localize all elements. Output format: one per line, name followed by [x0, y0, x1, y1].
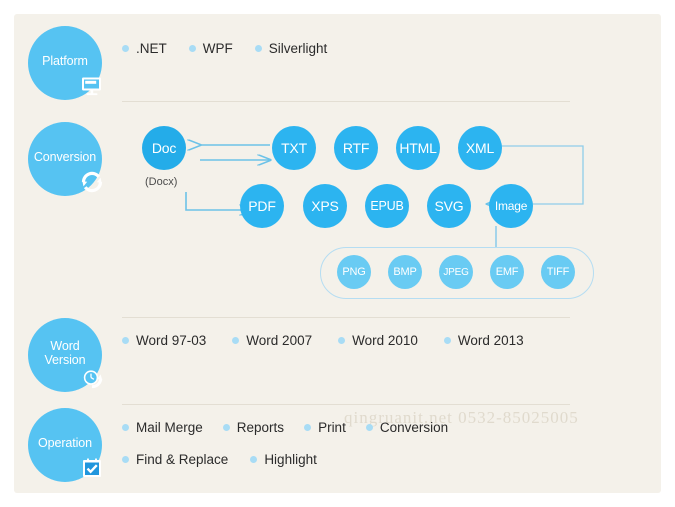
bullet-dot-icon	[250, 456, 258, 463]
list-item[interactable]: Reports	[222, 420, 285, 435]
format-circle-image[interactable]: Image	[489, 184, 533, 228]
format-circle-xml[interactable]: XML	[458, 126, 502, 170]
category-label-operation: Operation	[38, 435, 92, 450]
bullet-dot-icon	[338, 337, 346, 344]
bullet-dot-icon	[232, 337, 240, 344]
format-label: Doc	[151, 140, 177, 156]
format-label: HTML	[399, 140, 437, 156]
word-version-items-row: Word 97-03 Word 2007 Word 2010 Word 2013	[122, 333, 524, 348]
category-label-platform: Platform	[42, 53, 88, 68]
format-circle-tiff[interactable]: TIFF	[541, 255, 575, 289]
list-item-label: .NET	[136, 41, 167, 56]
monitor-icon	[82, 77, 101, 96]
list-item-label: Word 2010	[352, 333, 418, 348]
format-circle-png[interactable]: PNG	[337, 255, 371, 289]
format-circle-jpeg[interactable]: JPEG	[439, 255, 473, 289]
list-item-label: WPF	[202, 41, 233, 56]
format-label: BMP	[393, 266, 417, 278]
list-item-label: Print	[318, 420, 346, 435]
format-circle-html[interactable]: HTML	[396, 126, 440, 170]
list-item[interactable]: Mail Merge	[122, 420, 203, 435]
list-item-label: Word 97-03	[136, 333, 207, 348]
refresh-sync-icon	[81, 171, 103, 193]
format-label: PNG	[342, 266, 366, 278]
bullet-dot-icon	[122, 424, 129, 431]
category-bubble-platform[interactable]: Platform	[28, 26, 102, 100]
list-item-label: Highlight	[264, 452, 317, 467]
format-label: JPEG	[443, 266, 469, 278]
operation-items-row-2: Find & Replace Highlight	[122, 452, 317, 467]
list-item-label: Word 2007	[246, 333, 313, 348]
list-item-label: Reports	[236, 420, 285, 435]
list-item-label: Find & Replace	[136, 452, 229, 467]
format-circle-xps[interactable]: XPS	[303, 184, 347, 228]
format-circle-rtf[interactable]: RTF	[334, 126, 378, 170]
format-circle-emf[interactable]: EMF	[490, 255, 524, 289]
bullet-dot-icon	[122, 456, 129, 463]
format-sub-doc: (Docx)	[145, 176, 178, 188]
format-circle-epub[interactable]: EPUB	[365, 184, 409, 228]
format-label: Image	[494, 199, 528, 213]
bullet-dot-icon	[222, 424, 230, 431]
list-item[interactable]: Silverlight	[254, 41, 328, 56]
format-circle-txt[interactable]: TXT	[272, 126, 316, 170]
bullet-dot-icon	[304, 424, 312, 431]
bullet-dot-icon	[254, 45, 262, 52]
bullet-dot-icon	[365, 424, 373, 431]
format-label: EMF	[495, 266, 519, 278]
category-bubble-conversion[interactable]: Conversion	[28, 122, 103, 196]
bullet-dot-icon	[122, 45, 129, 52]
list-item[interactable]: Conversion	[365, 420, 449, 435]
divider-platform-conversion	[122, 101, 570, 102]
format-circle-doc[interactable]: Doc	[142, 126, 186, 170]
list-item[interactable]: Word 2013	[443, 333, 524, 348]
checkbox-checked-icon	[83, 458, 101, 477]
infographic-canvas: Platform .NET WPF Silverlight Conversion…	[0, 0, 675, 507]
list-item-label: Silverlight	[268, 41, 328, 56]
format-label: XML	[465, 140, 495, 156]
format-label: XPS	[311, 198, 339, 214]
bullet-dot-icon	[188, 45, 196, 52]
list-item[interactable]: Print	[304, 420, 346, 435]
list-item[interactable]: Highlight	[250, 452, 317, 467]
bullet-dot-icon	[122, 337, 129, 344]
category-bubble-operation[interactable]: Operation	[28, 408, 102, 482]
format-circle-bmp[interactable]: BMP	[388, 255, 422, 289]
operation-items-row-1: Mail Merge Reports Print Conversion	[122, 420, 448, 435]
format-label: TXT	[281, 140, 307, 156]
list-item-label: Word 2013	[457, 333, 524, 348]
infographic-panel: Platform .NET WPF Silverlight Conversion…	[14, 14, 661, 493]
category-bubble-word-version[interactable]: Word Version	[28, 318, 103, 392]
bullet-dot-icon	[443, 337, 451, 344]
list-item[interactable]: Word 2007	[232, 333, 312, 348]
list-item[interactable]: Find & Replace	[122, 452, 228, 467]
platform-items-row: .NET WPF Silverlight	[122, 41, 327, 56]
format-label: SVG	[434, 198, 464, 214]
format-label: EPUB	[370, 199, 404, 213]
category-label-conversion: Conversion	[33, 149, 97, 164]
clock-history-icon	[83, 370, 103, 389]
category-label-word-version-line1: Word	[50, 339, 80, 354]
list-item[interactable]: Word 97-03	[122, 333, 206, 348]
list-item-label: Conversion	[379, 420, 449, 435]
divider-conversion-wordversion	[122, 317, 570, 318]
format-label: RTF	[342, 140, 370, 156]
format-circle-svg[interactable]: SVG	[427, 184, 471, 228]
list-item[interactable]: WPF	[188, 41, 233, 56]
list-item[interactable]: Word 2010	[338, 333, 418, 348]
list-item-label: Mail Merge	[136, 420, 203, 435]
list-item[interactable]: .NET	[122, 41, 167, 56]
format-label: TIFF	[546, 266, 570, 278]
format-circle-pdf[interactable]: PDF	[240, 184, 284, 228]
format-label: PDF	[248, 198, 276, 214]
divider-wordversion-operation	[122, 404, 570, 405]
